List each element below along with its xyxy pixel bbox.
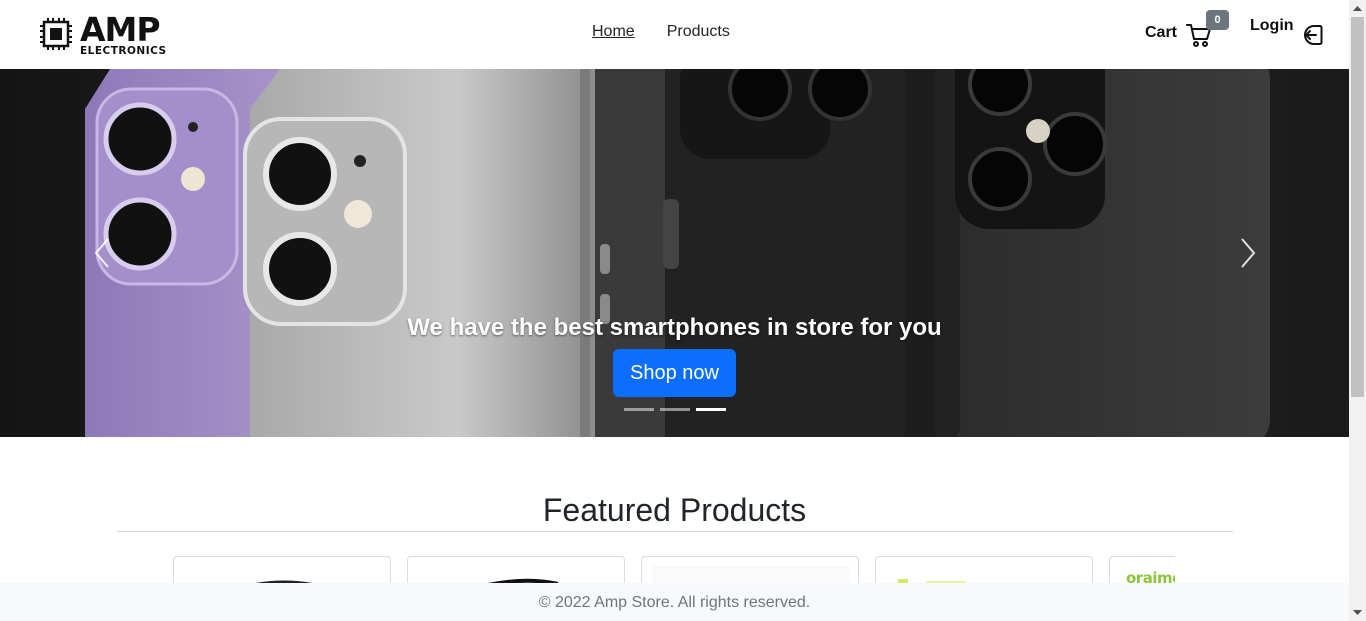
carousel-indicator-1[interactable] [624, 408, 654, 411]
navbar: AMP ELECTRONICS Home Products Cart 0 Log… [0, 0, 1349, 69]
product-image [487, 578, 559, 583]
product-card[interactable] [173, 556, 391, 583]
carousel-indicators [624, 408, 726, 411]
carousel-indicator-2[interactable] [660, 408, 690, 411]
carousel-prev-icon[interactable] [92, 237, 112, 269]
featured-products-row: oraimo [173, 556, 1175, 583]
product-card[interactable] [641, 556, 859, 583]
cart-count-badge: 0 [1206, 10, 1229, 30]
shop-now-button[interactable]: Shop now [613, 349, 736, 397]
product-card[interactable] [875, 556, 1093, 583]
scroll-thumb[interactable] [1351, 17, 1364, 397]
logo-subtext: ELECTRONICS [80, 45, 167, 57]
product-image [898, 579, 966, 583]
hero-caption: We have the best smartphones in store fo… [407, 314, 942, 341]
product-image [652, 565, 850, 583]
login-label: Login [1250, 17, 1294, 34]
product-image [255, 580, 313, 583]
cart-button[interactable]: Cart 0 [1145, 10, 1229, 50]
product-brand-logo: oraimo [1126, 569, 1175, 583]
carousel-indicator-3[interactable] [696, 408, 726, 411]
hero-carousel: We have the best smartphones in store fo… [0, 69, 1349, 437]
main-nav: Home Products [592, 22, 730, 42]
copyright-text: © 2022 Amp Store. All rights reserved. [538, 594, 811, 611]
cart-label: Cart [1145, 24, 1178, 41]
brand-logo[interactable]: AMP ELECTRONICS [40, 10, 172, 58]
logo-text: AMP [80, 10, 161, 49]
nav-products-link[interactable]: Products [667, 22, 730, 42]
page-scrollbar[interactable] [1349, 0, 1366, 621]
scroll-up-icon[interactable] [1353, 4, 1362, 13]
product-card[interactable]: oraimo [1109, 556, 1175, 583]
featured-products-heading: Featured Products [542, 492, 807, 528]
login-icon [1304, 25, 1323, 45]
section-divider [117, 531, 1233, 532]
carousel-next-icon[interactable] [1238, 237, 1258, 269]
chip-icon [40, 18, 72, 50]
scroll-down-icon[interactable] [1353, 608, 1362, 617]
nav-home-link[interactable]: Home [592, 22, 635, 42]
login-button[interactable]: Login [1250, 17, 1323, 45]
product-card[interactable] [407, 556, 625, 583]
footer: © 2022 Amp Store. All rights reserved. [0, 583, 1349, 621]
